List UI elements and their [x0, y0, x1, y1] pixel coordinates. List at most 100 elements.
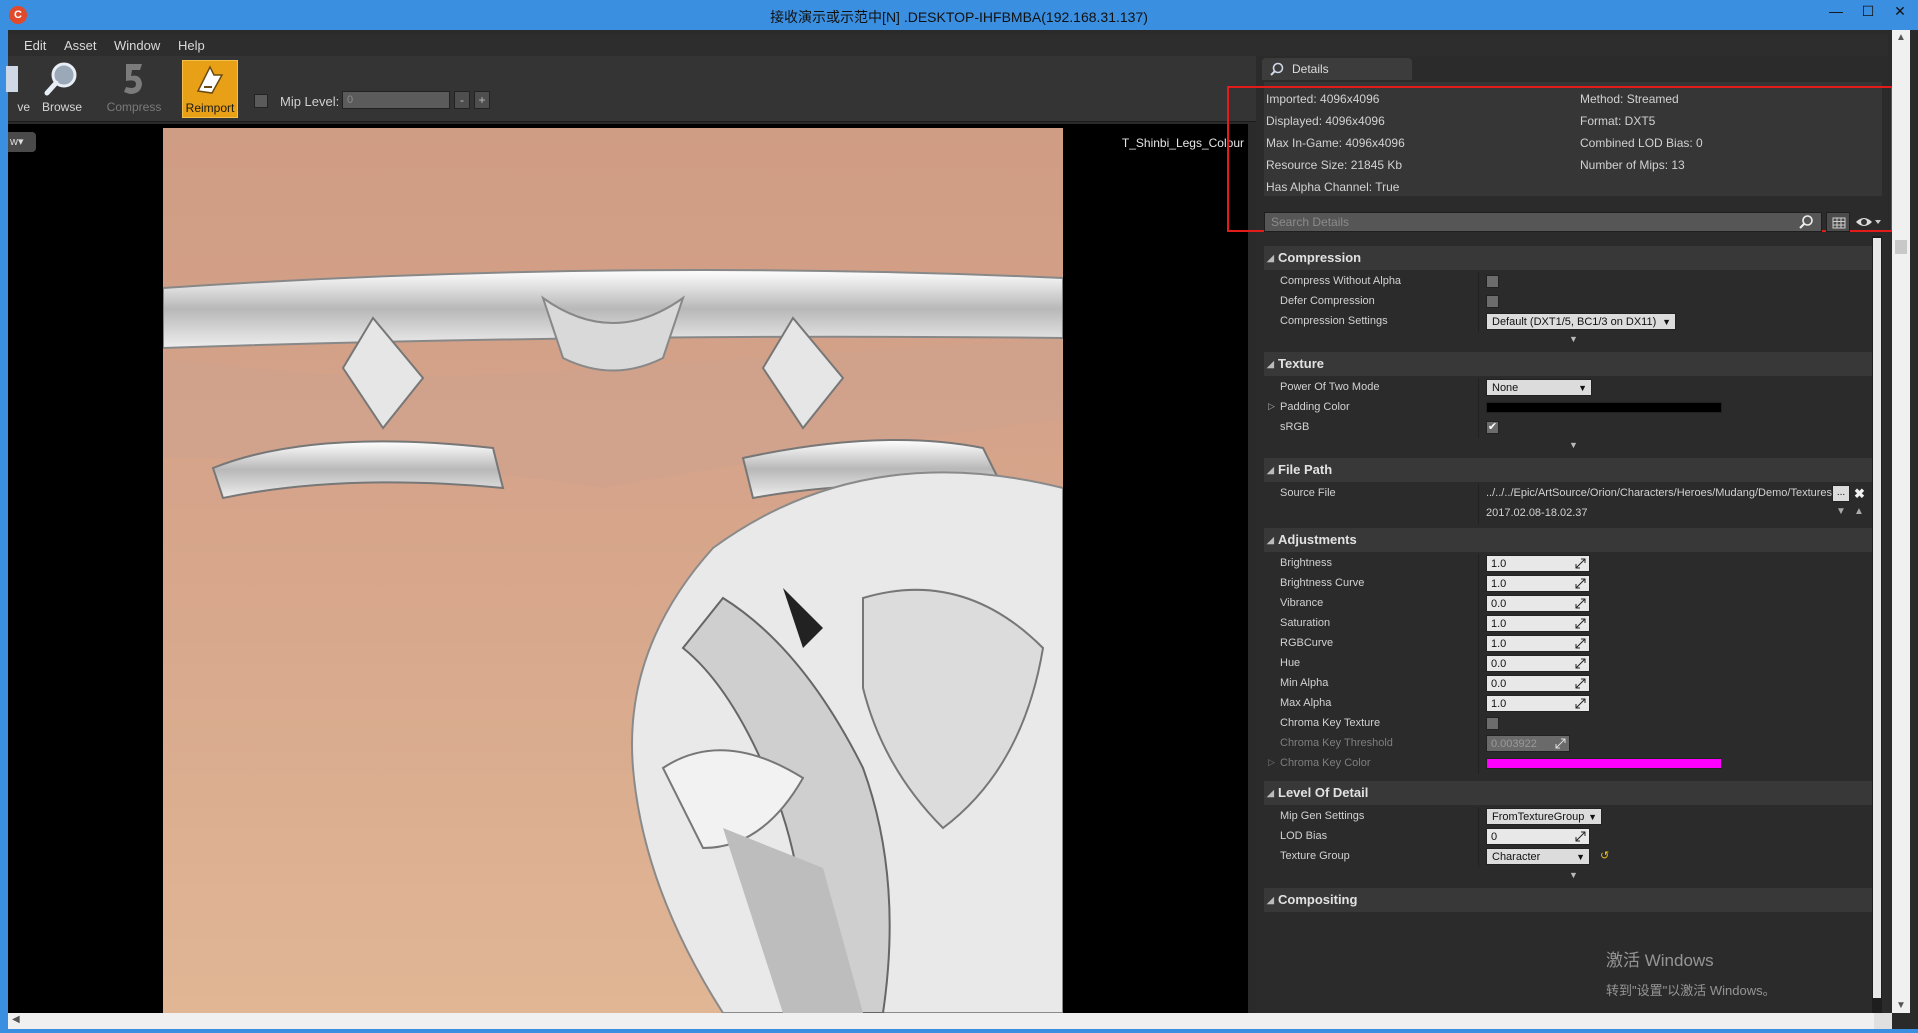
row-vibrance: Vibrance 0.0 — [1264, 594, 1874, 614]
browse-source-file-button[interactable]: ... — [1832, 485, 1850, 502]
advanced-expander[interactable]: ▼ — [1264, 440, 1874, 454]
menu-window[interactable]: Window — [114, 38, 160, 53]
details-scrollbar[interactable] — [1872, 236, 1882, 1013]
search-details-input[interactable]: Search Details — [1264, 212, 1822, 232]
category-texture[interactable]: ◢ Texture — [1264, 352, 1874, 376]
defer-compression-checkbox[interactable] — [1486, 295, 1499, 308]
compression-settings-dropdown[interactable]: Default (DXT1/5, BC1/3 on DX11) ▼ — [1486, 313, 1676, 330]
row-hue: Hue 0.0 — [1264, 654, 1874, 674]
advanced-expander[interactable]: ▼ — [1264, 334, 1874, 348]
category-level-of-detail[interactable]: ◢ Level Of Detail — [1264, 781, 1874, 805]
collapse-arrow-icon: ◢ — [1267, 788, 1274, 798]
move-up-icon[interactable]: ▲ — [1854, 506, 1864, 517]
expand-down-icon: ▼ — [1569, 870, 1578, 880]
column-divider — [1478, 504, 1479, 524]
dropdown-arrow-icon: ▼ — [1588, 812, 1597, 822]
details-scrollbar-thumb[interactable] — [1873, 238, 1881, 998]
column-divider — [1478, 847, 1479, 867]
minimize-button[interactable]: — — [1820, 0, 1852, 22]
view-options-dropdown[interactable]: w▾ — [8, 132, 36, 152]
lod-bias-input[interactable]: 0 — [1486, 828, 1590, 845]
adjustment-label: Vibrance — [1280, 597, 1324, 609]
column-divider — [1478, 734, 1479, 754]
menu-asset[interactable]: Asset — [64, 38, 97, 53]
details-tab[interactable]: Details — [1262, 58, 1412, 80]
hue-input[interactable]: 0.0 — [1486, 655, 1590, 672]
expand-right-icon[interactable]: ▷ — [1268, 757, 1275, 768]
scroll-up-icon[interactable]: ▲ — [1896, 32, 1906, 43]
chroma-key-texture-checkbox[interactable] — [1486, 717, 1499, 730]
mip-level-checkbox[interactable] — [254, 94, 268, 108]
reimport-button[interactable]: Reimport — [182, 60, 238, 118]
compress-without-alpha-checkbox[interactable] — [1486, 275, 1499, 288]
menu-help[interactable]: Help — [178, 38, 205, 53]
window-vertical-scrollbar[interactable]: ▲ ▼ — [1892, 30, 1910, 1013]
reset-to-default-icon[interactable]: ↺ — [1600, 849, 1609, 862]
mip-level-input[interactable]: 0 — [342, 91, 450, 109]
category-file-path[interactable]: ◢ File Path — [1264, 458, 1874, 482]
mip-level-decrement[interactable]: - — [454, 91, 470, 109]
eye-icon — [1856, 218, 1881, 226]
source-file-path: ../../../Epic/ArtSource/Orion/Characters… — [1486, 487, 1832, 499]
editor-window: C 接收演示或示范中[N] .DESKTOP-IHFBMBA(192.168.3… — [0, 0, 1918, 1033]
maximize-button[interactable]: ☐ — [1852, 0, 1884, 22]
category-compositing[interactable]: ◢ Compositing — [1264, 888, 1874, 912]
brightness-curve-input[interactable]: 1.0 — [1486, 575, 1590, 592]
search-icon — [1799, 215, 1813, 229]
view-options-button[interactable] — [1854, 212, 1882, 232]
padding-color-swatch[interactable] — [1486, 402, 1722, 413]
chroma-key-color-swatch[interactable] — [1486, 758, 1722, 769]
saturation-input[interactable]: 1.0 — [1486, 615, 1590, 632]
max-alpha-input[interactable]: 1.0 — [1486, 695, 1590, 712]
mip-level-increment[interactable]: + — [474, 91, 490, 109]
magnifier-icon — [44, 62, 77, 96]
compression-settings-value: Default (DXT1/5, BC1/3 on DX11) — [1492, 316, 1657, 328]
advanced-expander[interactable]: ▼ — [1264, 870, 1874, 884]
adjustment-label: RGBCurve — [1280, 637, 1334, 649]
close-button[interactable]: ✕ — [1884, 0, 1916, 22]
row-compress-without-alpha: Compress Without Alpha — [1264, 272, 1874, 292]
scroll-down-icon[interactable]: ▼ — [1896, 1000, 1906, 1011]
column-divider — [1478, 754, 1479, 774]
dropdown-arrow-icon: ▼ — [1662, 317, 1671, 327]
texture-viewport[interactable]: w▾ T_Shinbi_Legs_Colour — [8, 124, 1248, 1013]
toolbar: ve Browse Compress Reimport Mip Level: 0… — [6, 56, 1256, 122]
spinner-icon — [1575, 658, 1586, 669]
window-frame-bottom — [0, 1029, 1918, 1033]
adjustment-label: Hue — [1280, 657, 1301, 669]
brightness-input[interactable]: 1.0 — [1486, 555, 1590, 572]
adjustment-value: 1.0 — [1491, 578, 1507, 590]
clear-source-file-button[interactable]: ✖ — [1854, 486, 1865, 502]
row-chroma-key-threshold: Chroma Key Threshold 0.003922 — [1264, 734, 1874, 754]
min-alpha-input[interactable]: 0.0 — [1486, 675, 1590, 692]
category-compositing-label: Compositing — [1278, 892, 1358, 907]
category-compression[interactable]: ◢ Compression — [1264, 246, 1874, 270]
texture-group-value: Character — [1492, 851, 1541, 863]
adjustment-value: 1.0 — [1491, 698, 1507, 710]
chroma-key-threshold-value: 0.003922 — [1491, 738, 1537, 750]
vibrance-input[interactable]: 0.0 — [1486, 595, 1590, 612]
column-divider — [1478, 272, 1479, 292]
window-vertical-scrollbar-thumb[interactable] — [1895, 240, 1907, 254]
category-adjustments[interactable]: ◢ Adjustments — [1264, 528, 1874, 552]
mip-gen-settings-dropdown[interactable]: FromTextureGroup ▼ — [1486, 808, 1602, 825]
property-matrix-button[interactable] — [1826, 212, 1850, 232]
adjustment-value: 1.0 — [1491, 618, 1507, 630]
rgbcurve-input[interactable]: 1.0 — [1486, 635, 1590, 652]
texture-artwork — [163, 128, 1063, 1013]
texture-group-dropdown[interactable]: Character ▼ — [1486, 848, 1590, 865]
collapse-arrow-icon: ◢ — [1267, 895, 1274, 905]
padding-color-label: Padding Color — [1280, 401, 1350, 413]
scroll-left-icon[interactable]: ◀ — [12, 1014, 20, 1025]
menu-edit[interactable]: Edit — [24, 38, 46, 53]
save-button[interactable]: ve — [0, 60, 30, 118]
power-of-two-dropdown[interactable]: None ▼ — [1486, 379, 1592, 396]
expand-right-icon[interactable]: ▷ — [1268, 401, 1275, 412]
move-down-icon[interactable]: ▼ — [1836, 506, 1846, 517]
srgb-checkbox[interactable]: ✔ — [1486, 421, 1499, 434]
lod-bias-label: LOD Bias — [1280, 830, 1328, 842]
category-texture-label: Texture — [1278, 356, 1324, 371]
window-horizontal-scrollbar[interactable]: ◀ — [8, 1013, 1892, 1029]
browse-button[interactable]: Browse — [34, 60, 90, 118]
compress-button[interactable]: Compress — [106, 60, 162, 118]
